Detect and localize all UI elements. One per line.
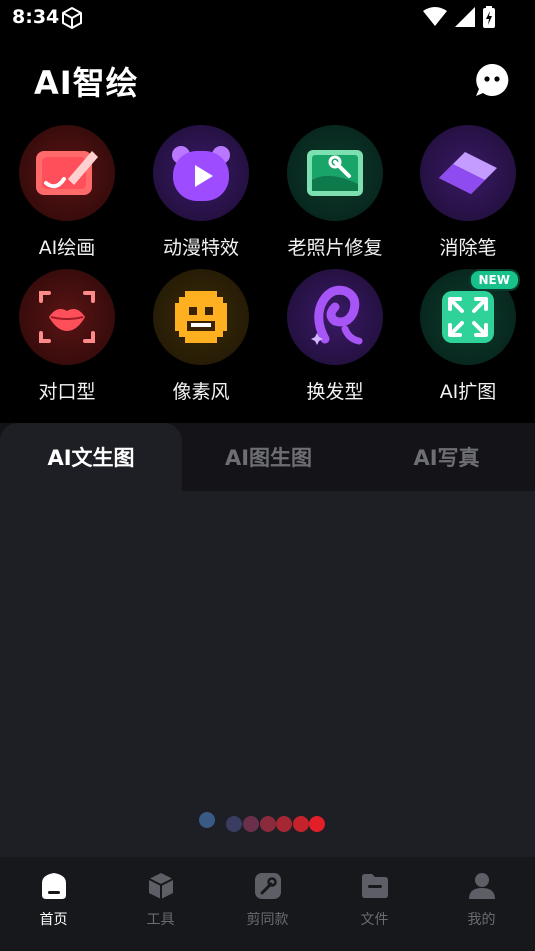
tab-ai-text-to-image[interactable]: AI文生图 xyxy=(0,423,182,491)
wifi-icon xyxy=(423,7,447,31)
pixel-face-icon xyxy=(153,269,249,365)
new-badge: NEW xyxy=(468,269,520,291)
tool-label: AI扩图 xyxy=(439,381,497,403)
tool-pixel-style[interactable]: 像素风 xyxy=(134,269,268,404)
tab-ai-portrait[interactable]: AI写真 xyxy=(358,423,535,491)
tool-ai-painting[interactable]: AI绘画 xyxy=(0,125,134,260)
tab-content-panel xyxy=(0,491,535,857)
chat-bubble-icon xyxy=(476,63,509,96)
nav-label: 我的 xyxy=(467,912,496,928)
nav-tools[interactable]: 工具 xyxy=(107,871,214,929)
tool-label: 对口型 xyxy=(38,381,96,403)
tool-label: AI绘画 xyxy=(38,237,96,259)
loading-dot xyxy=(293,816,309,832)
edit-template-icon xyxy=(254,873,281,899)
tool-ai-expand[interactable]: NEW AI扩图 xyxy=(401,269,535,404)
folder-icon xyxy=(361,874,388,898)
nav-label: 工具 xyxy=(146,912,175,928)
nav-files[interactable]: 文件 xyxy=(321,871,428,929)
battery-icon xyxy=(483,6,495,32)
loading-dot xyxy=(309,816,325,832)
tool-label: 老照片修复 xyxy=(287,237,383,259)
eraser-icon xyxy=(420,125,516,221)
tab-ai-image-to-image[interactable]: AI图生图 xyxy=(180,423,357,491)
loading-dot xyxy=(226,816,242,832)
hairstyle-icon xyxy=(287,269,383,365)
tool-label: 消除笔 xyxy=(439,237,497,259)
loading-dot xyxy=(199,812,215,828)
status-time: 8:34 xyxy=(12,6,60,28)
tool-label: 像素风 xyxy=(172,381,230,403)
app-title: AI智绘 xyxy=(34,64,139,102)
expand-image-icon: NEW xyxy=(420,269,520,365)
nav-home[interactable]: 首页 xyxy=(0,871,107,929)
cube-icon xyxy=(60,6,84,34)
profile-icon xyxy=(468,873,495,899)
anime-bear-icon xyxy=(153,125,249,221)
tool-label: 动漫特效 xyxy=(162,237,239,259)
loading-dot xyxy=(260,816,276,832)
nav-label: 剪同款 xyxy=(246,912,289,928)
tool-eraser[interactable]: 消除笔 xyxy=(401,125,535,260)
home-icon xyxy=(41,873,66,899)
chat-button[interactable] xyxy=(474,62,510,98)
photo-repair-icon xyxy=(287,125,383,221)
tool-label: 换发型 xyxy=(306,381,364,403)
tool-lip-sync[interactable]: 对口型 xyxy=(0,269,134,404)
signal-icon xyxy=(455,7,475,31)
nav-label: 首页 xyxy=(39,912,68,928)
lips-icon xyxy=(19,269,115,365)
nav-profile[interactable]: 我的 xyxy=(428,871,535,929)
nav-label: 文件 xyxy=(360,912,389,928)
status-bar: 8:34 xyxy=(0,0,535,36)
loading-dot xyxy=(243,816,259,832)
nav-edit-template[interactable]: 剪同款 xyxy=(214,871,321,929)
tool-old-photo-repair[interactable]: 老照片修复 xyxy=(268,125,402,260)
loading-dot xyxy=(276,816,292,832)
app-header: AI智绘 xyxy=(0,52,535,112)
paint-canvas-icon xyxy=(19,125,115,221)
tool-anime-effect[interactable]: 动漫特效 xyxy=(134,125,268,260)
bottom-nav: 首页 工具 剪同款 文件 我的 xyxy=(0,857,535,951)
tab-bar: AI图生图 AI写真 AI文生图 xyxy=(0,423,535,491)
tools-icon xyxy=(148,873,173,899)
tool-hairstyle[interactable]: 换发型 xyxy=(268,269,402,404)
